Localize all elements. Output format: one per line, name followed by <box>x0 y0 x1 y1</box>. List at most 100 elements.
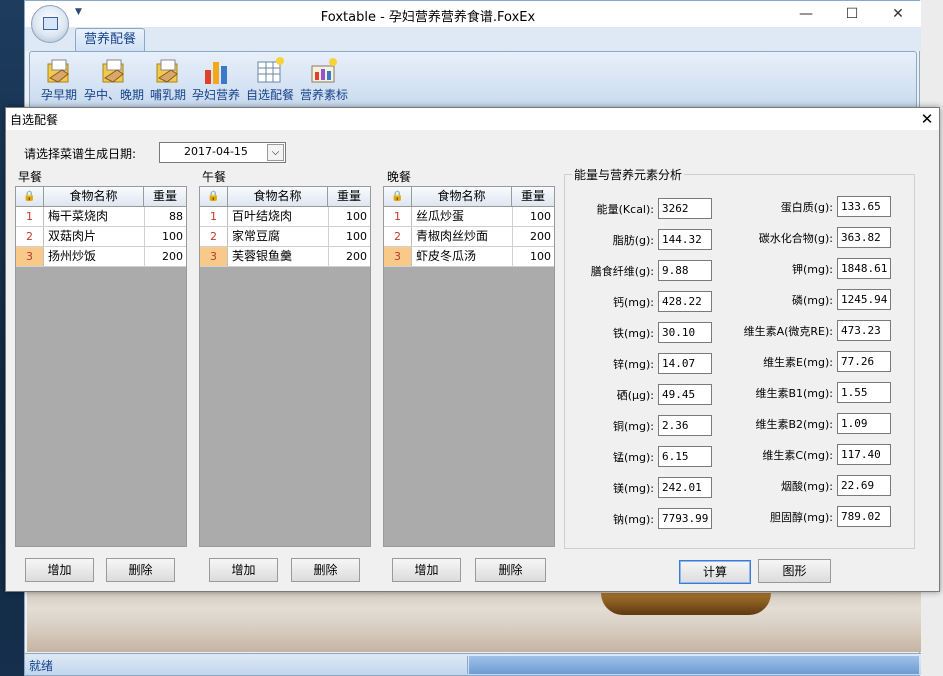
nutrient-value[interactable]: 3262 <box>658 198 712 219</box>
dinner-add-button[interactable]: 增加 <box>392 558 461 582</box>
breakfast-grid[interactable]: 🔒 食物名称 重量 1 梅干菜烧肉 88 2 双菇肉片 100 3 扬州炒饭 200 <box>15 186 187 547</box>
nutrient-value[interactable]: 9.88 <box>658 260 712 281</box>
dinner-title: 晚餐 <box>387 170 412 184</box>
nutrient-value[interactable]: 1245.94 <box>837 289 891 310</box>
minimize-button[interactable]: — <box>783 1 829 27</box>
ribbon-button-label: 哺乳期 <box>149 88 186 102</box>
dialog-close-button[interactable]: ✕ <box>916 108 938 130</box>
nutrient-label: 铁(mg): <box>613 327 654 340</box>
lunch-add-button[interactable]: 增加 <box>209 558 278 582</box>
nutrient-value[interactable]: 242.01 <box>658 477 712 498</box>
column-header-weight[interactable]: 重量 <box>144 187 186 207</box>
food-name-cell[interactable]: 百叶结烧肉 <box>232 207 328 226</box>
nutrient-value[interactable]: 363.82 <box>837 227 891 248</box>
nutrient-value[interactable]: 1848.61 <box>837 258 891 279</box>
table-row[interactable]: 2 家常豆腐 100 <box>200 227 370 247</box>
lock-icon: 🔒 <box>16 187 44 207</box>
breakfast-delete-button[interactable]: 删除 <box>106 558 175 582</box>
ribbon-button-nutrient-table[interactable]: 营养素标 <box>296 56 352 108</box>
nutrient-value[interactable]: 428.22 <box>658 291 712 312</box>
ribbon-button-pregnancy-nutrition[interactable]: 孕妇营养 <box>188 56 244 108</box>
tab-nutrition-meal[interactable]: 营养配餐 <box>75 28 145 52</box>
row-number: 2 <box>16 227 44 246</box>
column-header-food-name[interactable]: 食物名称 <box>44 187 144 207</box>
table-row[interactable]: 3 虾皮冬瓜汤 100 <box>384 247 554 267</box>
nutrient-value[interactable]: 49.45 <box>658 384 712 405</box>
weight-cell[interactable]: 100 <box>144 227 183 246</box>
weight-cell[interactable]: 100 <box>328 207 367 226</box>
weight-cell[interactable]: 100 <box>328 227 367 246</box>
graph-button[interactable]: 图形 <box>758 559 831 583</box>
table-row[interactable]: 3 芙蓉银鱼羹 200 <box>200 247 370 267</box>
row-number: 2 <box>200 227 228 246</box>
nutrient-value[interactable]: 473.23 <box>837 320 891 341</box>
nutrient-label: 钾(mg): <box>792 263 833 276</box>
app-menu-orb-button[interactable] <box>31 5 69 43</box>
nutrient-value[interactable]: 2.36 <box>658 415 712 436</box>
breakfast-add-button[interactable]: 增加 <box>25 558 94 582</box>
weight-cell[interactable]: 200 <box>328 247 367 266</box>
nutrient-label: 能量(Kcal): <box>596 203 654 216</box>
row-number: 1 <box>384 207 412 226</box>
close-button[interactable]: ✕ <box>875 1 921 27</box>
status-progress-area <box>469 656 919 674</box>
nutrient-label: 蛋白质(g): <box>780 201 833 214</box>
food-name-cell[interactable]: 梅干菜烧肉 <box>48 207 144 226</box>
background-photo <box>27 586 921 652</box>
ribbon-tab-strip <box>25 27 921 51</box>
table-row[interactable]: 3 扬州炒饭 200 <box>16 247 186 267</box>
ribbon-button-mid-late-pregnancy[interactable]: 孕中、晚期 <box>82 56 146 108</box>
nutrient-label: 锌(mg): <box>613 358 654 371</box>
nutrient-value[interactable]: 1.09 <box>837 413 891 434</box>
nutrient-value[interactable]: 77.26 <box>837 351 891 372</box>
nutrient-value[interactable]: 7793.99 <box>658 508 712 529</box>
ribbon-button-early-pregnancy[interactable]: 孕早期 <box>34 56 84 108</box>
column-header-food-name[interactable]: 食物名称 <box>412 187 512 207</box>
food-name-cell[interactable]: 青椒肉丝炒面 <box>416 227 512 246</box>
food-name-cell[interactable]: 虾皮冬瓜汤 <box>416 247 512 266</box>
nutrient-value[interactable]: 30.10 <box>658 322 712 343</box>
table-star-icon <box>257 57 284 83</box>
weight-cell[interactable]: 100 <box>512 247 551 266</box>
weight-cell[interactable]: 200 <box>512 227 551 246</box>
table-row[interactable]: 2 双菇肉片 100 <box>16 227 186 247</box>
nutrient-value[interactable]: 789.02 <box>837 506 891 527</box>
table-row[interactable]: 1 百叶结烧肉 100 <box>200 207 370 227</box>
nutrient-value[interactable]: 117.40 <box>837 444 891 465</box>
table-row[interactable]: 1 梅干菜烧肉 88 <box>16 207 186 227</box>
food-name-cell[interactable]: 双菇肉片 <box>48 227 144 246</box>
ribbon-button-custom-meal[interactable]: 自选配餐 <box>242 56 298 108</box>
nutrient-value[interactable]: 22.69 <box>837 475 891 496</box>
food-name-cell[interactable]: 家常豆腐 <box>232 227 328 246</box>
maximize-button[interactable]: ☐ <box>829 1 875 27</box>
folder-hand-icon <box>102 59 124 83</box>
ribbon-button-lactation[interactable]: 哺乳期 <box>144 56 192 108</box>
food-name-cell[interactable]: 扬州炒饭 <box>48 247 144 266</box>
column-header-weight[interactable]: 重量 <box>328 187 370 207</box>
nutrient-label: 维生素B1(mg): <box>755 387 833 400</box>
nutrient-value[interactable]: 6.15 <box>658 446 712 467</box>
chevron-down-icon[interactable]: ⌵ <box>267 144 284 161</box>
nutrient-value[interactable]: 133.65 <box>837 196 891 217</box>
nutrient-label: 维生素E(mg): <box>763 356 833 369</box>
date-picker[interactable]: 2017-04-15 ⌵ <box>159 142 286 163</box>
food-name-cell[interactable]: 芙蓉银鱼羹 <box>232 247 328 266</box>
quick-access-dropdown-icon[interactable]: ▼ <box>75 7 82 17</box>
food-name-cell[interactable]: 丝瓜炒蛋 <box>416 207 512 226</box>
column-header-food-name[interactable]: 食物名称 <box>228 187 328 207</box>
table-row[interactable]: 1 丝瓜炒蛋 100 <box>384 207 554 227</box>
weight-cell[interactable]: 88 <box>144 207 183 226</box>
calculate-button[interactable]: 计算 <box>679 560 751 584</box>
lunch-delete-button[interactable]: 删除 <box>291 558 360 582</box>
nutrient-value[interactable]: 144.32 <box>658 229 712 250</box>
table-row[interactable]: 2 青椒肉丝炒面 200 <box>384 227 554 247</box>
nutrient-value[interactable]: 14.07 <box>658 353 712 374</box>
lunch-grid[interactable]: 🔒 食物名称 重量 1 百叶结烧肉 100 2 家常豆腐 100 3 芙蓉银鱼羹 200 <box>199 186 371 547</box>
weight-cell[interactable]: 100 <box>512 207 551 226</box>
column-header-weight[interactable]: 重量 <box>512 187 554 207</box>
dinner-delete-button[interactable]: 删除 <box>475 558 546 582</box>
dinner-grid[interactable]: 🔒 食物名称 重量 1 丝瓜炒蛋 100 2 青椒肉丝炒面 200 3 虾皮冬瓜汤 100 <box>383 186 555 547</box>
nutrient-label: 维生素B2(mg): <box>755 418 833 431</box>
nutrient-value[interactable]: 1.55 <box>837 382 891 403</box>
weight-cell[interactable]: 200 <box>144 247 183 266</box>
